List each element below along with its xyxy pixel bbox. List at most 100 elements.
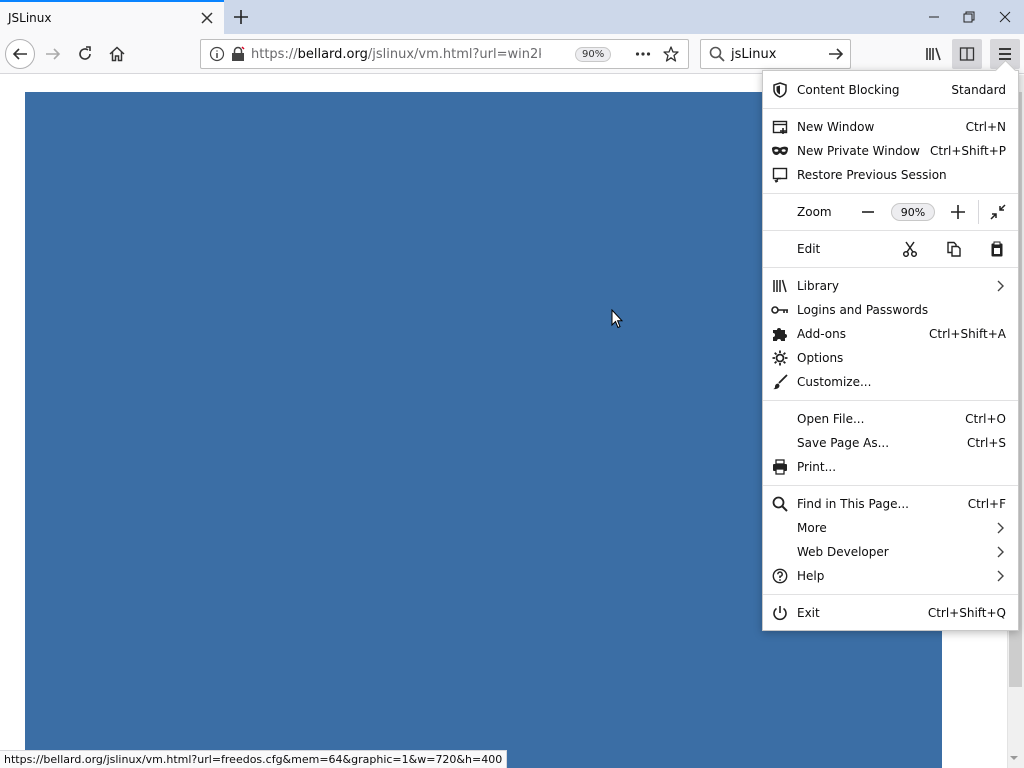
- menu-options[interactable]: Options: [763, 346, 1018, 370]
- menu-icon-spacer: [763, 237, 797, 261]
- menu-label: Exit: [797, 606, 820, 620]
- menu-label: New Window: [797, 120, 875, 134]
- brush-icon: [763, 370, 797, 394]
- menu-label: Save Page As...: [797, 436, 890, 450]
- content-blocking-value: Standard: [951, 83, 1006, 97]
- menu-label: Options: [797, 351, 844, 365]
- app-menu-panel: Content Blocking Standard New Window Ctr…: [762, 70, 1019, 631]
- menu-save-page[interactable]: Save Page As... Ctrl+S: [763, 431, 1018, 455]
- url-host: bellard.org: [297, 46, 368, 62]
- menu-separator: [763, 193, 1018, 194]
- menu-web-developer[interactable]: Web Developer: [763, 540, 1018, 564]
- menu-new-window[interactable]: New Window Ctrl+N: [763, 115, 1018, 139]
- chevron-right-icon: [994, 570, 1006, 582]
- menu-label: Web Developer: [797, 545, 889, 559]
- paste-icon[interactable]: [984, 237, 1010, 261]
- close-icon[interactable]: [194, 5, 220, 31]
- menu-shortcut: Ctrl+Shift+A: [929, 327, 1006, 341]
- zoom-in-plus-icon[interactable]: [945, 200, 971, 224]
- menu-separator: [763, 485, 1018, 486]
- home-icon[interactable]: [102, 39, 132, 69]
- menu-library[interactable]: Library: [763, 274, 1018, 298]
- restore-icon[interactable]: [954, 4, 984, 30]
- menu-label: Logins and Passwords: [797, 303, 929, 317]
- url-path: /jslinux/vm.html?url=win2k.cfg&: [367, 46, 541, 62]
- url-prefix: https://: [251, 46, 298, 62]
- star-icon[interactable]: [663, 46, 679, 62]
- menu-label: Find in This Page...: [797, 497, 909, 511]
- menu-find[interactable]: Find in This Page... Ctrl+F: [763, 492, 1018, 516]
- scroll-down-icon[interactable]: [1007, 751, 1021, 765]
- menu-separator: [763, 230, 1018, 231]
- menu-icon-spacer: [763, 516, 797, 540]
- search-input[interactable]: jsLinux: [731, 47, 828, 62]
- power-icon: [763, 601, 797, 625]
- tab-title: JSLinux: [8, 11, 52, 25]
- shield-icon: [763, 78, 797, 102]
- library-icon[interactable]: [919, 39, 949, 69]
- menu-separator: [763, 400, 1018, 401]
- menu-separator: [763, 267, 1018, 268]
- back-arrow-icon[interactable]: [5, 39, 35, 69]
- tab-jslinux[interactable]: JSLinux: [0, 0, 224, 34]
- navigation-toolbar: https://bellard.org/jslinux/vm.html?url=…: [0, 34, 1024, 74]
- menu-content-blocking[interactable]: Content Blocking Standard: [763, 78, 1018, 102]
- menu-separator: [763, 108, 1018, 109]
- restore-session-icon: [763, 163, 797, 187]
- mask-icon: [763, 139, 797, 163]
- address-bar[interactable]: https://bellard.org/jslinux/vm.html?url=…: [200, 39, 689, 69]
- menu-new-private-window[interactable]: New Private Window Ctrl+Shift+P: [763, 139, 1018, 163]
- zoom-indicator[interactable]: 90%: [575, 46, 612, 62]
- menu-shortcut: Ctrl+F: [967, 497, 1006, 511]
- puzzle-icon: [763, 322, 797, 346]
- reload-icon[interactable]: [70, 39, 100, 69]
- menu-icon-spacer: [763, 431, 797, 455]
- close-window-icon[interactable]: [990, 4, 1020, 30]
- menu-shortcut: Ctrl+O: [965, 412, 1006, 426]
- url-text[interactable]: https://bellard.org/jslinux/vm.html?url=…: [251, 47, 541, 62]
- gear-icon: [763, 346, 797, 370]
- menu-icon-spacer: [763, 200, 797, 224]
- menu-label: Add-ons: [797, 327, 846, 341]
- help-icon: [763, 564, 797, 588]
- copy-icon[interactable]: [941, 237, 967, 261]
- chevron-right-icon: [994, 546, 1006, 558]
- zoom-reset-button[interactable]: 90%: [891, 203, 935, 221]
- menu-customize[interactable]: Customize...: [763, 370, 1018, 394]
- menu-more[interactable]: More: [763, 516, 1018, 540]
- menu-shortcut: Ctrl+Shift+P: [930, 144, 1006, 158]
- lock-icon[interactable]: [231, 46, 245, 62]
- menu-icon-spacer: [763, 407, 797, 431]
- plus-icon[interactable]: [228, 4, 254, 30]
- status-url: https://bellard.org/jslinux/vm.html?url=…: [0, 750, 508, 768]
- search-icon: [763, 492, 797, 516]
- menu-label: Print...: [797, 460, 837, 474]
- info-icon[interactable]: [209, 46, 225, 62]
- reader-icon[interactable]: [952, 39, 982, 69]
- library-icon: [763, 274, 797, 298]
- menu-label: Help: [797, 569, 825, 583]
- more-icon[interactable]: [635, 46, 651, 62]
- go-arrow-icon[interactable]: [828, 46, 844, 62]
- menu-exit[interactable]: Exit Ctrl+Shift+Q: [763, 601, 1018, 625]
- minimize-icon[interactable]: [919, 4, 949, 30]
- search-bar[interactable]: jsLinux: [700, 39, 851, 69]
- menu-print[interactable]: Print...: [763, 455, 1018, 479]
- cut-icon[interactable]: [897, 237, 923, 261]
- menu-help[interactable]: Help: [763, 564, 1018, 588]
- menu-edit-row: Edit: [763, 237, 1018, 261]
- menu-shortcut: Ctrl+Shift+Q: [927, 606, 1006, 620]
- search-icon: [709, 46, 725, 62]
- menu-open-file[interactable]: Open File... Ctrl+O: [763, 407, 1018, 431]
- zoom-out-minus-icon[interactable]: [855, 200, 881, 224]
- menu-label: New Private Window: [797, 144, 920, 158]
- menu-separator: [763, 594, 1018, 595]
- menu-restore-session[interactable]: Restore Previous Session: [763, 163, 1018, 187]
- menu-addons[interactable]: Add-ons Ctrl+Shift+A: [763, 322, 1018, 346]
- fullscreen-icon[interactable]: [985, 200, 1011, 224]
- menu-shortcut: Ctrl+S: [966, 436, 1006, 450]
- menu-label: Customize...: [797, 375, 872, 389]
- menu-label: More: [797, 521, 827, 535]
- tab-strip: JSLinux: [0, 0, 1024, 34]
- menu-logins[interactable]: Logins and Passwords: [763, 298, 1018, 322]
